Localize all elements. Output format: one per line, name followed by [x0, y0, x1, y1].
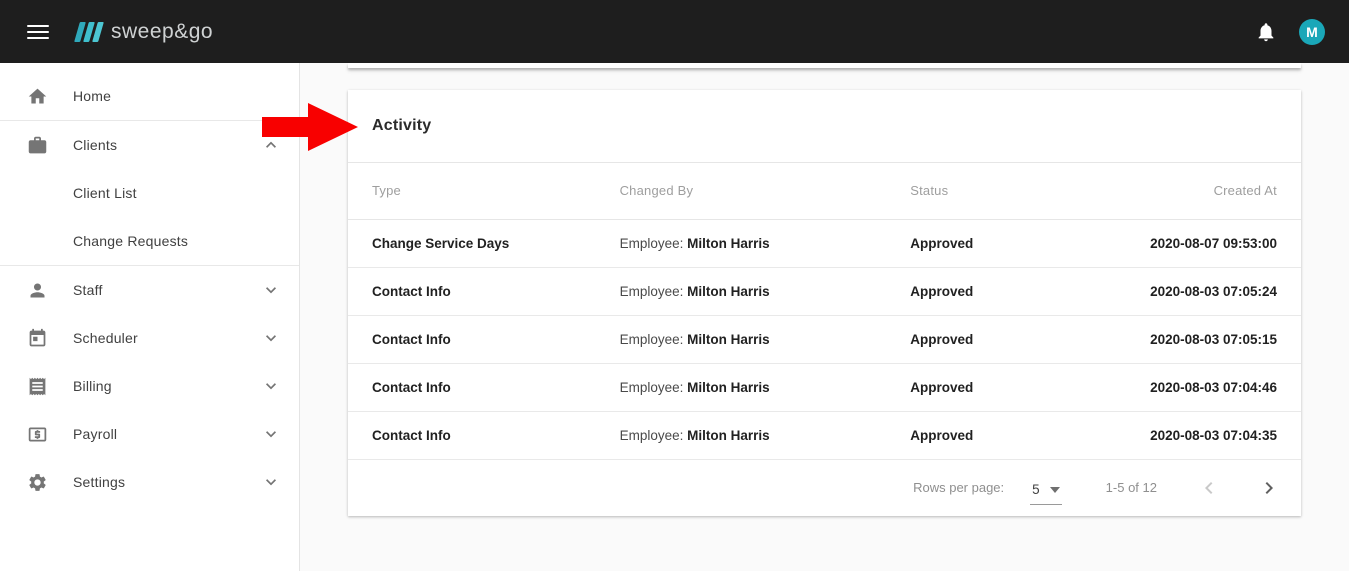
previous-card-bottom-edge	[348, 63, 1301, 68]
changed-by-prefix: Employee:	[620, 284, 688, 299]
sidebar-item-payroll[interactable]: Payroll	[0, 410, 299, 458]
cell-created-at: 2020-08-07 09:53:00	[1149, 219, 1302, 267]
sidebar-item-billing[interactable]: Billing	[0, 362, 299, 410]
sidebar-item-label: Client List	[73, 185, 137, 201]
table-row[interactable]: Contact Info Employee: Milton Harris App…	[348, 411, 1301, 459]
rows-per-page-value: 5	[1032, 482, 1040, 497]
pagination-bar: Rows per page: 5 1-5 of 12	[348, 460, 1301, 516]
cell-status: Approved	[910, 315, 1148, 363]
logo-bars-icon	[77, 22, 104, 42]
user-avatar[interactable]: M	[1299, 19, 1325, 45]
chevron-down-icon	[261, 328, 281, 348]
app-logo[interactable]: sweep&go	[77, 20, 213, 44]
cell-created-at: 2020-08-03 07:04:35	[1149, 411, 1302, 459]
cell-changed-by: Employee: Milton Harris	[620, 411, 911, 459]
changed-by-prefix: Employee:	[620, 332, 688, 347]
table-row[interactable]: Contact Info Employee: Milton Harris App…	[348, 315, 1301, 363]
gear-icon	[27, 472, 48, 493]
cell-changed-by: Employee: Milton Harris	[620, 267, 911, 315]
table-row[interactable]: Contact Info Employee: Milton Harris App…	[348, 363, 1301, 411]
pagination-range-label: 1-5 of 12	[1106, 480, 1157, 495]
cell-created-at: 2020-08-03 07:04:46	[1149, 363, 1302, 411]
sidebar-item-change-requests[interactable]: Change Requests	[0, 217, 299, 265]
dollar-atm-icon	[27, 424, 48, 445]
table-row[interactable]: Change Service Days Employee: Milton Har…	[348, 219, 1301, 267]
sidebar-item-label: Settings	[73, 474, 125, 490]
sidebar-item-settings[interactable]: Settings	[0, 458, 299, 506]
notifications-bell-icon[interactable]	[1255, 21, 1277, 43]
changed-by-name: Milton Harris	[687, 380, 770, 395]
app-bar: sweep&go M	[0, 0, 1349, 63]
cell-changed-by: Employee: Milton Harris	[620, 363, 911, 411]
sidebar-item-label: Staff	[73, 282, 103, 298]
column-header-status: Status	[910, 163, 1148, 219]
table-row[interactable]: Contact Info Employee: Milton Harris App…	[348, 267, 1301, 315]
cell-status: Approved	[910, 267, 1148, 315]
sidebar-nav: Home Clients Client List Change Requests…	[0, 63, 300, 571]
cell-type: Contact Info	[348, 411, 620, 459]
sidebar-item-client-list[interactable]: Client List	[0, 169, 299, 217]
sidebar-item-scheduler[interactable]: Scheduler	[0, 314, 299, 362]
chevron-down-icon	[261, 424, 281, 444]
logo-text: sweep&go	[111, 20, 213, 44]
rows-per-page-label: Rows per page:	[913, 480, 1004, 495]
activity-card: Activity Type Changed By Status Created …	[348, 90, 1301, 516]
sidebar-item-home[interactable]: Home	[0, 72, 299, 120]
sidebar-item-label: Payroll	[73, 426, 117, 442]
changed-by-prefix: Employee:	[620, 428, 688, 443]
changed-by-name: Milton Harris	[687, 284, 770, 299]
changed-by-prefix: Employee:	[620, 236, 688, 251]
changed-by-name: Milton Harris	[687, 428, 770, 443]
next-page-button[interactable]	[1257, 476, 1281, 500]
sidebar-item-label: Change Requests	[73, 233, 188, 249]
sidebar-item-label: Scheduler	[73, 330, 138, 346]
receipt-icon	[27, 376, 48, 397]
chevron-down-icon	[261, 376, 281, 396]
cell-status: Approved	[910, 411, 1148, 459]
sidebar-item-label: Home	[73, 88, 111, 104]
activity-card-header: Activity	[348, 90, 1301, 163]
main-content: Activity Type Changed By Status Created …	[301, 63, 1349, 571]
cell-changed-by: Employee: Milton Harris	[620, 219, 911, 267]
cell-created-at: 2020-08-03 07:05:15	[1149, 315, 1302, 363]
previous-page-button[interactable]	[1197, 476, 1221, 500]
cell-type: Change Service Days	[348, 219, 620, 267]
home-icon	[27, 86, 48, 107]
activity-table: Type Changed By Status Created At Change…	[348, 163, 1301, 460]
rows-per-page-select[interactable]: 5	[1030, 480, 1062, 505]
column-header-changed-by: Changed By	[620, 163, 911, 219]
cell-status: Approved	[910, 363, 1148, 411]
column-header-type: Type	[348, 163, 620, 219]
sidebar-item-staff[interactable]: Staff	[0, 266, 299, 314]
cell-changed-by: Employee: Milton Harris	[620, 315, 911, 363]
briefcase-icon	[27, 135, 48, 156]
activity-title: Activity	[372, 117, 431, 135]
calendar-icon	[27, 328, 48, 349]
sidebar-item-clients[interactable]: Clients	[0, 121, 299, 169]
person-icon	[27, 280, 48, 301]
cell-type: Contact Info	[348, 315, 620, 363]
dropdown-caret-icon	[1050, 487, 1060, 493]
cell-status: Approved	[910, 219, 1148, 267]
sidebar-item-label: Billing	[73, 378, 112, 394]
cell-created-at: 2020-08-03 07:05:24	[1149, 267, 1302, 315]
sidebar-item-label: Clients	[73, 137, 117, 153]
changed-by-name: Milton Harris	[687, 236, 770, 251]
cell-type: Contact Info	[348, 267, 620, 315]
changed-by-name: Milton Harris	[687, 332, 770, 347]
chevron-down-icon	[261, 280, 281, 300]
table-header-row: Type Changed By Status Created At	[348, 163, 1301, 219]
chevron-down-icon	[261, 472, 281, 492]
hamburger-menu-icon[interactable]	[27, 21, 49, 43]
changed-by-prefix: Employee:	[620, 380, 688, 395]
cell-type: Contact Info	[348, 363, 620, 411]
annotation-arrow	[262, 103, 358, 156]
column-header-created-at: Created At	[1149, 163, 1302, 219]
